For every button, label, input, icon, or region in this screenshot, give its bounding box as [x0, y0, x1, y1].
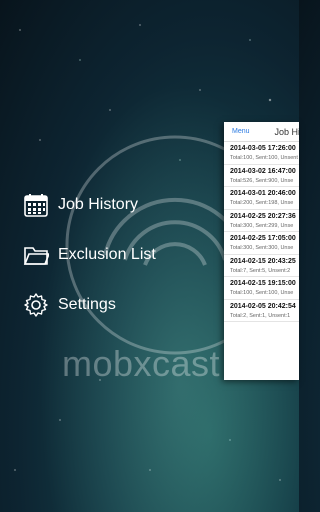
list-item[interactable]: 2014-03-05 17:26:00 Total:100, Sent:100, …	[224, 142, 299, 165]
job-stats: Total:100, Sent:100, Unsent	[230, 155, 298, 161]
calendar-icon	[22, 191, 50, 219]
list-item[interactable]: 2014-02-25 17:05:00 Total:300, Sent:300, …	[224, 232, 299, 255]
list-item[interactable]: 2014-02-15 19:15:00 Total:100, Sent:100, …	[224, 277, 299, 300]
menu-item-job-history[interactable]: Job History	[22, 180, 222, 230]
menu-button[interactable]: Menu	[232, 128, 250, 135]
job-datetime: 2014-02-05 20:42:54	[230, 302, 296, 310]
job-datetime: 2014-02-15 20:43:25	[230, 257, 296, 265]
list-item[interactable]: 2014-03-02 16:47:00 Total:526, Sent:900, …	[224, 165, 299, 187]
list-item[interactable]: 2014-03-01 20:46:00 Total:200, Sent:198, …	[224, 187, 299, 210]
menu-item-settings[interactable]: Settings	[22, 280, 222, 330]
job-stats: Total:100, Sent:100, Unse	[230, 290, 294, 296]
job-datetime: 2014-03-02 16:47:00	[230, 167, 296, 175]
menu-item-exclusion-list[interactable]: Exclusion List	[22, 230, 222, 280]
job-stats: Total:526, Sent:900, Unse	[230, 177, 294, 184]
list-item[interactable]: 2014-02-25 20:27:36 Total:300, Sent:299, …	[224, 210, 299, 232]
job-datetime: 2014-02-25 17:05:00	[230, 235, 296, 242]
list-item[interactable]: 2014-02-05 20:42:54 Total:2, Sent:1, Unse…	[224, 300, 299, 322]
job-datetime: 2014-03-01 20:46:00	[230, 190, 296, 197]
gear-icon	[22, 291, 50, 319]
folder-icon	[22, 241, 50, 269]
menu-item-label: Exclusion List	[58, 246, 156, 263]
drawer-menu: Job History Exclusion List Settings	[22, 180, 222, 330]
job-list: 2014-03-05 17:26:00 Total:100, Sent:100, …	[224, 142, 299, 322]
job-stats: Total:200, Sent:198, Unse	[230, 200, 294, 206]
menu-item-label: Settings	[58, 296, 116, 313]
list-item[interactable]: 2014-02-15 20:43:25 Total:7, Sent:5, Unse…	[224, 255, 299, 277]
panel-title: Job Hi	[274, 126, 299, 137]
job-stats: Total:7, Sent:5, Unsent:2	[230, 267, 291, 274]
job-datetime: 2014-02-15 19:15:00	[230, 280, 296, 287]
job-datetime: 2014-02-25 20:27:36	[230, 212, 296, 220]
job-stats: Total:2, Sent:1, Unsent:1	[230, 312, 291, 319]
brand-watermark: mobxcast	[62, 343, 221, 384]
job-datetime: 2014-03-05 17:26:00	[230, 145, 296, 152]
job-stats: Total:300, Sent:299, Unse	[230, 222, 294, 229]
menu-item-label: Job History	[58, 196, 139, 213]
job-history-panel[interactable]: Menu Job Hi 2014-03-05 17:26:00 Total:100…	[224, 122, 299, 380]
panel-header: Menu Job Hi	[224, 122, 299, 142]
job-stats: Total:300, Sent:300, Unse	[230, 245, 294, 251]
